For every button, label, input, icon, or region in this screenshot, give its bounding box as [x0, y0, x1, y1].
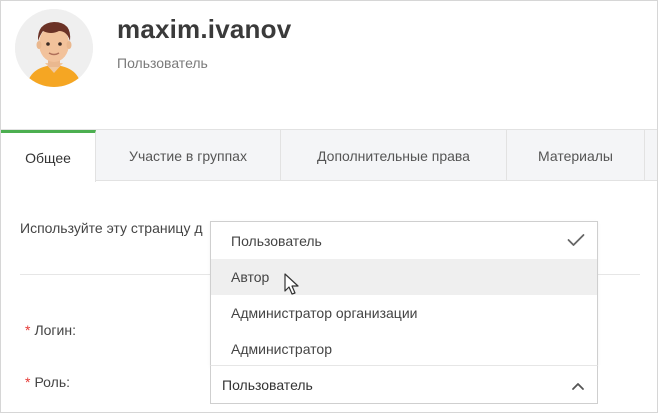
- role-option-author[interactable]: Автор: [211, 259, 597, 295]
- option-label: Пользователь: [231, 233, 322, 249]
- tab-additional-rights[interactable]: Дополнительные права: [281, 130, 507, 181]
- avatar: [15, 9, 93, 87]
- role-select-value: Пользователь: [222, 376, 313, 393]
- user-name: maxim.ivanov: [117, 14, 292, 44]
- option-label: Администратор: [231, 341, 333, 357]
- option-label: Администратор организации: [231, 305, 418, 321]
- role-field-label: * Роль:: [25, 374, 70, 390]
- role-option-org-admin[interactable]: Администратор организации: [211, 295, 597, 331]
- user-role-label: Пользователь: [117, 55, 208, 71]
- mouse-cursor-icon: [284, 273, 300, 302]
- tab-general[interactable]: Общее: [1, 130, 96, 182]
- page-hint-text: Используйте эту страницу д: [20, 220, 203, 236]
- check-icon: [567, 233, 585, 250]
- tab-label: Общее: [25, 149, 71, 166]
- login-field-label: * Логин:: [25, 322, 76, 338]
- tab-label: Дополнительные права: [317, 147, 470, 164]
- role-label-text: Роль:: [34, 374, 71, 390]
- login-label-text: Логин:: [34, 322, 76, 338]
- chevron-up-icon: [571, 378, 585, 394]
- tab-label: Участие в группах: [129, 147, 247, 164]
- role-dropdown-list: Пользователь Автор Администратор организ…: [210, 221, 598, 366]
- tab-group-membership[interactable]: Участие в группах: [96, 130, 281, 181]
- option-label: Автор: [231, 269, 270, 285]
- tab-label: Материалы: [538, 147, 613, 164]
- role-option-user[interactable]: Пользователь: [211, 223, 597, 259]
- role-option-admin[interactable]: Администратор: [211, 331, 597, 367]
- required-marker: *: [25, 322, 31, 338]
- tab-materials[interactable]: Материалы: [507, 130, 645, 181]
- role-select[interactable]: Пользователь: [210, 366, 598, 404]
- required-marker: *: [25, 374, 31, 390]
- tab-bar: Общее Участие в группах Дополнительные п…: [1, 129, 657, 182]
